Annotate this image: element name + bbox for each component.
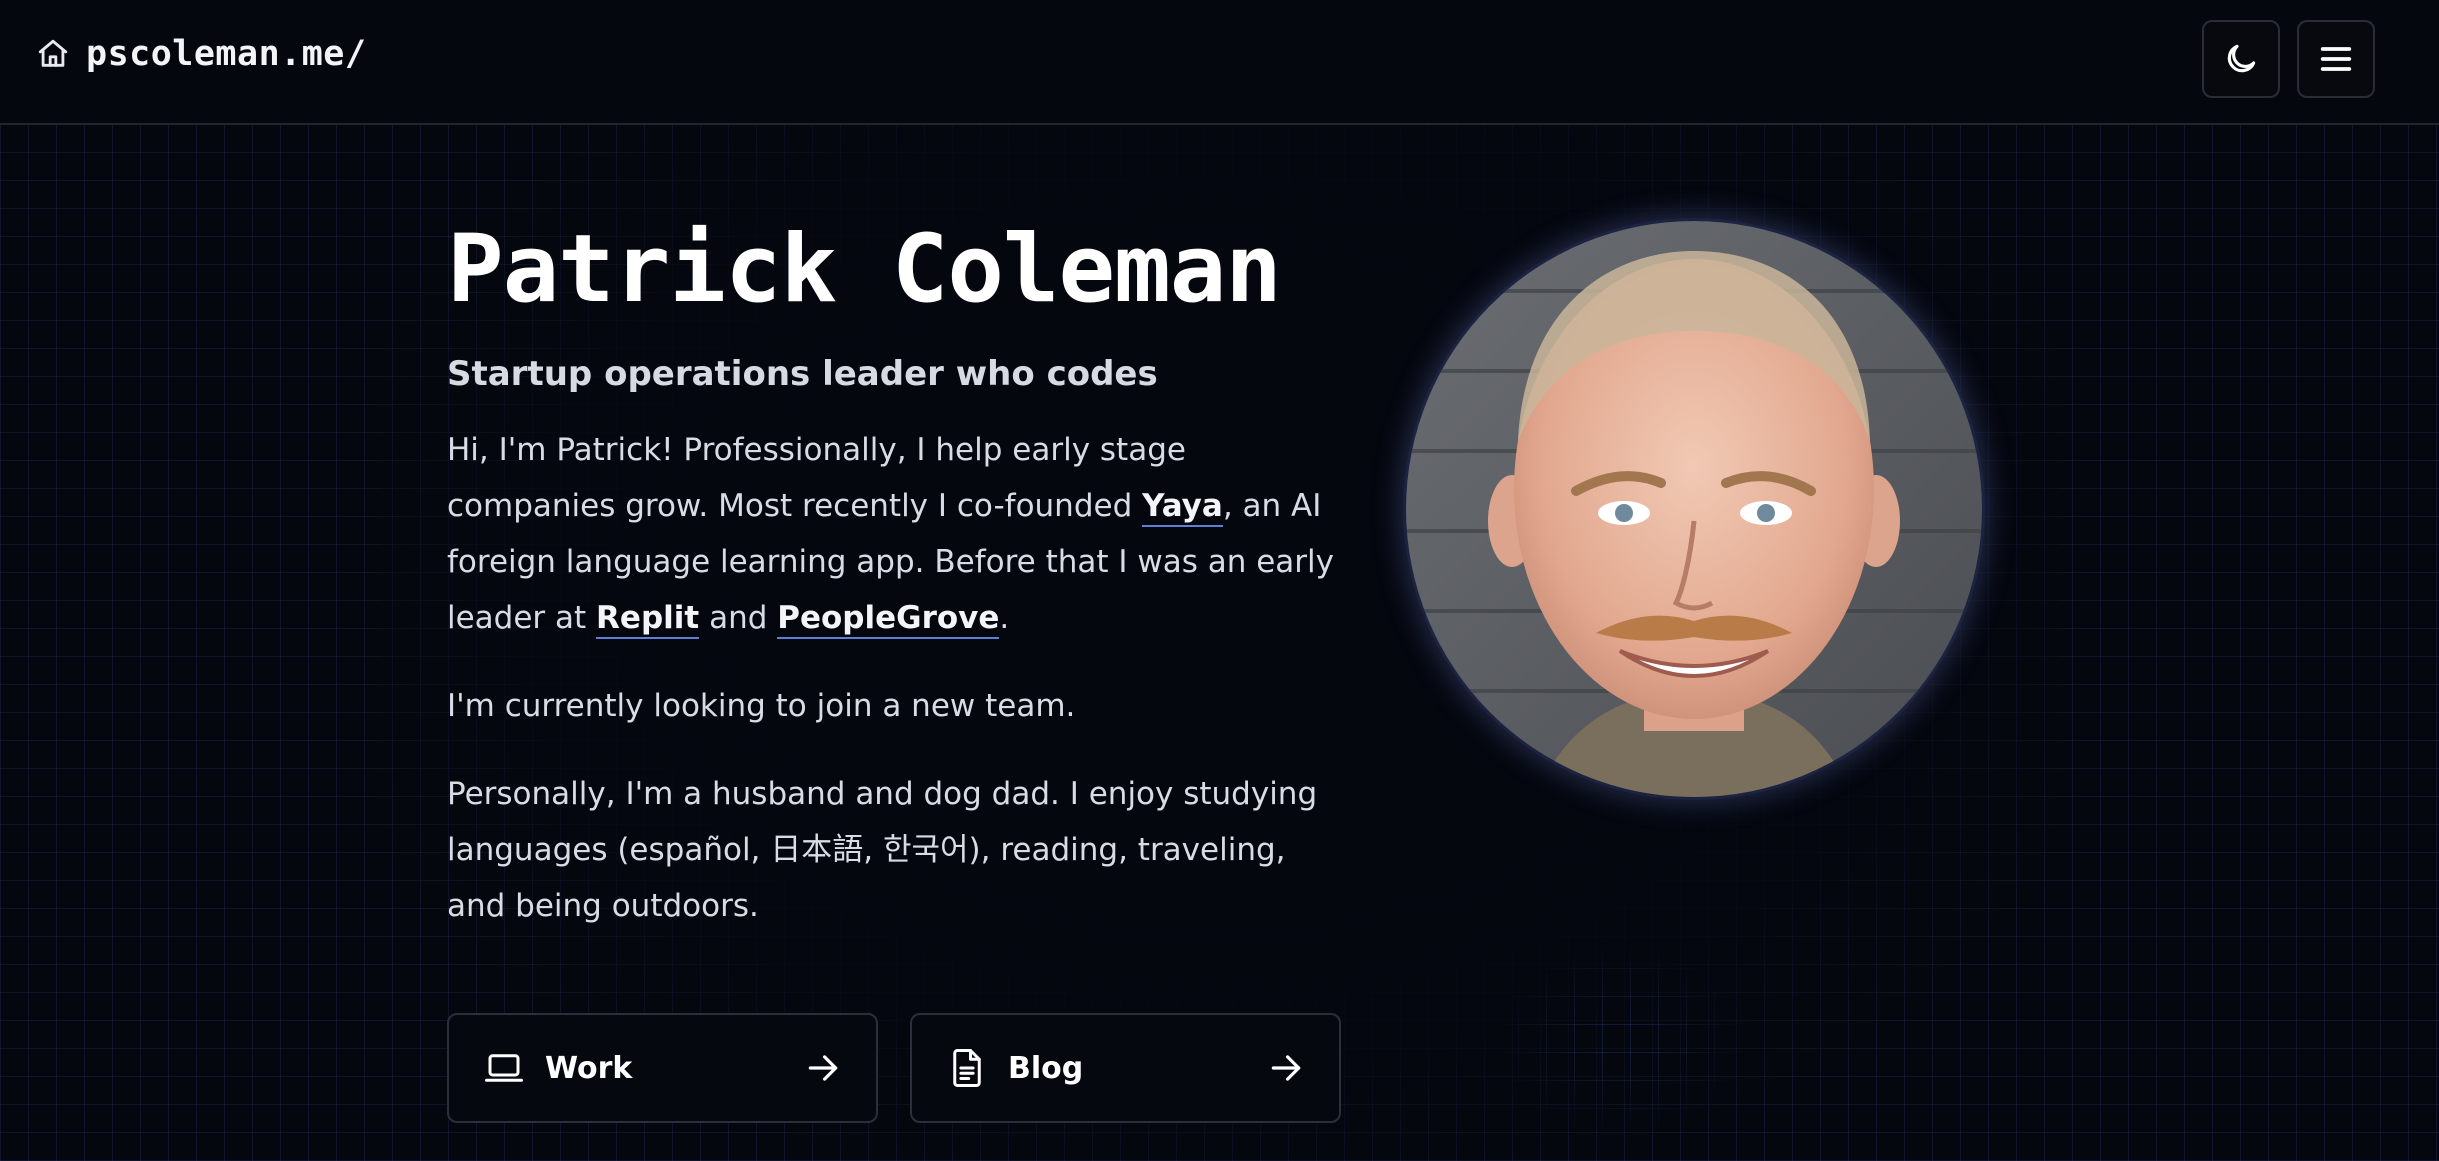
brand-text: pscoleman.me/ [86,34,367,74]
intro-text-4: . [999,600,1010,636]
status-paragraph: I'm currently looking to join a new team… [447,688,1076,724]
moon-icon [2227,44,2256,73]
intro-text-3: and [699,600,778,636]
hero-content: Patrick Coleman Startup operations leade… [447,215,1347,934]
blog-card-label: Blog [1008,1050,1084,1086]
replit-link[interactable]: Replit [596,600,700,639]
peoplegrove-link[interactable]: PeopleGrove [777,600,1000,639]
grid-spot [1490,940,1750,1140]
home-icon [38,39,68,67]
page: pscoleman.me/ Patrick Coleman Startup op… [0,0,2439,1161]
home-link[interactable]: pscoleman.me/ [36,34,366,74]
tagline: Startup operations leader who codes [447,354,1158,394]
intro-text-1: Hi, I'm Patrick! Professionally, I help … [447,432,1186,524]
intro-paragraph: Hi, I'm Patrick! Professionally, I help … [447,422,1347,646]
yaya-link[interactable]: Yaya [1142,488,1223,527]
personal-paragraph: Personally, I'm a husband and dog dad. I… [447,776,1318,924]
arrow-right-icon [808,1055,838,1081]
profile-photo [1406,221,1982,797]
work-card[interactable]: Work [447,1013,878,1123]
menu-button[interactable] [2297,20,2375,98]
page-title: Patrick Coleman [447,215,1282,324]
document-icon [953,1049,981,1087]
theme-toggle-button[interactable] [2202,20,2280,98]
laptop-icon [485,1054,523,1082]
profile-photo-illustration [1406,221,1982,797]
hamburger-menu-icon [2320,47,2352,71]
arrow-right-icon [1271,1055,1301,1081]
blog-card[interactable]: Blog [910,1013,1341,1123]
work-card-label: Work [545,1050,633,1086]
site-header: pscoleman.me/ [0,0,2439,125]
nav-cards: Work Blog [447,1013,1341,1123]
